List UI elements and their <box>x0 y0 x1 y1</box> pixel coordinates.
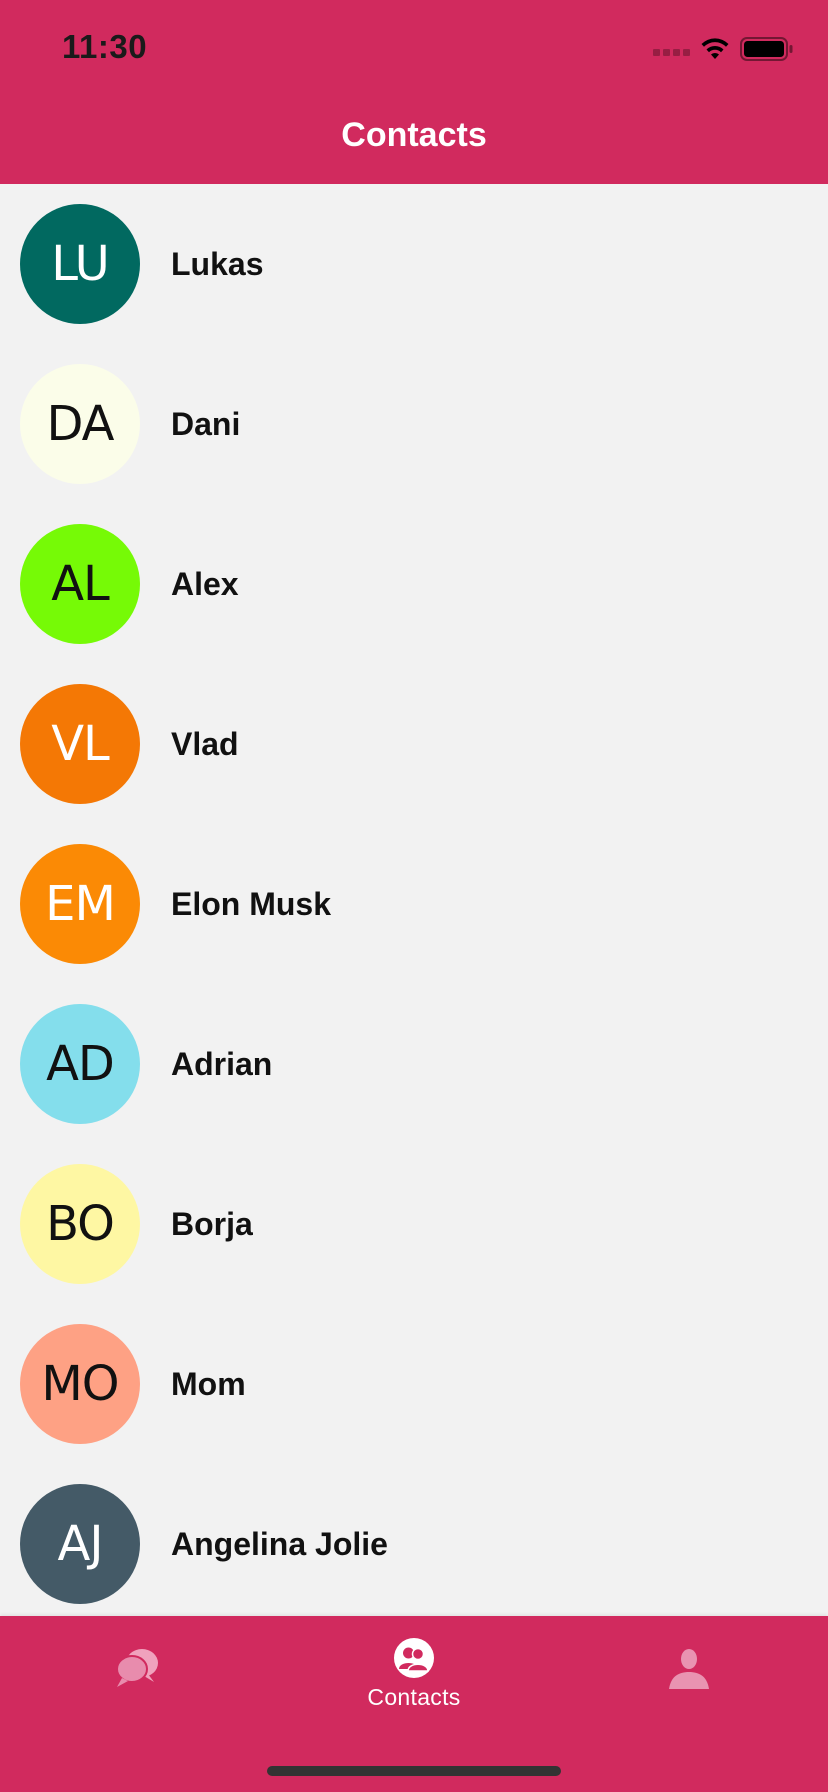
contact-row[interactable]: VL Vlad <box>0 664 828 824</box>
contact-name: Elon Musk <box>171 885 332 922</box>
avatar: BO <box>20 1164 140 1284</box>
page-title: Contacts <box>341 116 487 154</box>
contact-row[interactable]: DA Dani <box>0 344 828 504</box>
contact-name: Alex <box>171 565 239 602</box>
avatar: EM <box>20 844 140 964</box>
tab-profile[interactable] <box>634 1646 744 1766</box>
wifi-icon <box>701 38 729 59</box>
contact-row[interactable]: AD Adrian <box>0 984 828 1144</box>
contacts-list[interactable]: LU Lukas DA Dani AL Alex VL Vlad EM Elon Musk AD Ad… <box>0 184 828 1616</box>
avatar: AD <box>20 1004 140 1124</box>
avatar: VL <box>20 684 140 804</box>
contact-name: Dani <box>171 405 241 442</box>
contact-row[interactable]: EM Elon Musk <box>0 824 828 984</box>
status-time: 11:30 <box>62 28 148 65</box>
tab-contacts-label: Contacts <box>367 1684 461 1710</box>
avatar: AJ <box>20 1484 140 1604</box>
navigation-header: 11:30 Contacts <box>0 0 828 184</box>
avatar: AL <box>20 524 140 644</box>
contacts-icon <box>394 1638 434 1678</box>
profile-icon <box>669 1649 709 1689</box>
chat-bubbles-icon <box>116 1649 158 1687</box>
contact-name: Borja <box>171 1205 253 1242</box>
contact-name: Adrian <box>171 1045 273 1082</box>
tab-contacts[interactable]: Contacts <box>349 1636 479 1756</box>
contact-name: Mom <box>171 1365 246 1402</box>
contact-row[interactable]: LU Lukas <box>0 184 828 344</box>
home-indicator[interactable] <box>267 1766 561 1776</box>
avatar: LU <box>20 204 140 324</box>
cellular-signal-icon <box>653 42 690 56</box>
battery-icon <box>740 37 793 61</box>
tab-chats[interactable] <box>82 1646 192 1766</box>
contact-row[interactable]: AJ Angelina Jolie <box>0 1464 828 1616</box>
contact-name: Lukas <box>171 245 264 282</box>
status-indicators <box>653 34 794 64</box>
tab-bar: Contacts <box>0 1616 828 1792</box>
contact-row[interactable]: AL Alex <box>0 504 828 664</box>
avatar: MO <box>20 1324 140 1444</box>
contact-row[interactable]: MO Mom <box>0 1304 828 1464</box>
contact-name: Angelina Jolie <box>171 1525 388 1562</box>
avatar: DA <box>20 364 140 484</box>
contact-row[interactable]: BO Borja <box>0 1144 828 1304</box>
contact-name: Vlad <box>171 725 239 762</box>
